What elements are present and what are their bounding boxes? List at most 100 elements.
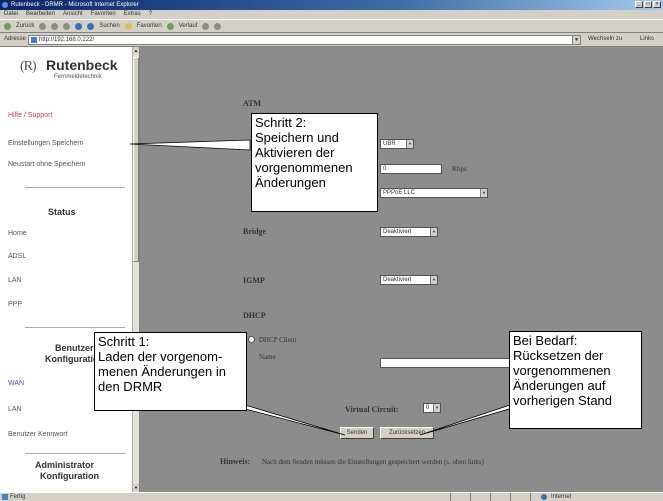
- sidebar-item-adsl[interactable]: ADSL: [8, 253, 26, 260]
- callout-step1: Schritt 1: Laden der vorgenom- menen Änd…: [94, 332, 247, 411]
- status-text: Fertig: [10, 494, 26, 500]
- search-icon[interactable]: [87, 22, 95, 30]
- menu-favorites[interactable]: Favoriten: [91, 10, 116, 19]
- menu-view[interactable]: Ansicht: [63, 10, 83, 19]
- scroll-down-icon[interactable]: ▼: [133, 484, 139, 491]
- status-divider: [490, 493, 491, 501]
- protocol-select[interactable]: PPPoE LLC ▼: [380, 188, 488, 198]
- dhcp-label: DHCP: [243, 311, 266, 320]
- rate-input[interactable]: 0: [380, 164, 442, 174]
- sidebar-item-help[interactable]: Hilfe / Support: [8, 112, 52, 119]
- page-icon: [31, 37, 37, 43]
- rate-unit: Kbps: [452, 165, 467, 173]
- hint-label: Hinweis:: [220, 457, 251, 466]
- globe-icon: [541, 494, 547, 500]
- logo-mark-icon: (R): [20, 59, 37, 74]
- search-button-label[interactable]: Suchen: [99, 23, 119, 29]
- sidebar-item-save[interactable]: Einstellungen Speichern: [8, 140, 84, 147]
- sidebar-heading-admin-1: Administrator: [35, 460, 95, 470]
- logo-name: Rutenbeck: [46, 57, 118, 73]
- security-zone: Internet: [530, 493, 663, 501]
- sidebar-divider: [25, 187, 125, 188]
- sidebar-heading-admin-2: Konfiguration: [40, 471, 99, 481]
- back-arrow-icon[interactable]: [4, 22, 11, 30]
- zone-label: Internet: [551, 494, 572, 500]
- scrollbar-thumb[interactable]: [133, 57, 139, 262]
- sidebar-heading-user-1: Benutzer: [55, 343, 94, 353]
- chevron-down-icon: ▼: [430, 276, 437, 284]
- igmp-value: Deaktiviert: [383, 277, 412, 283]
- close-button[interactable]: ×: [653, 1, 661, 8]
- sidebar-frame: (R) Rutenbeck Fernmeldetechnik Hilfe / S…: [0, 47, 140, 492]
- send-button[interactable]: Senden: [340, 427, 374, 439]
- stop-icon[interactable]: [51, 22, 59, 30]
- sidebar-item-ppp[interactable]: PPP: [8, 301, 22, 308]
- igmp-label: IGMP: [243, 276, 265, 285]
- virtual-circuit-select[interactable]: 0 ▼: [423, 403, 441, 413]
- favorites-button-label[interactable]: Favoriten: [137, 23, 162, 29]
- address-url: http://192.168.0.222/: [39, 37, 95, 43]
- refresh-icon[interactable]: [63, 22, 71, 30]
- history-icon[interactable]: [166, 22, 174, 30]
- go-button[interactable]: Wechseln zu: [588, 36, 622, 42]
- sidebar-item-user-password[interactable]: Benutzer Kennwort: [8, 431, 68, 438]
- status-divider: [470, 493, 471, 501]
- window-title: Rutenbeck - DRMR - Microsoft Internet Ex…: [11, 2, 139, 8]
- favorites-icon[interactable]: [124, 22, 132, 30]
- maximize-button[interactable]: □: [644, 1, 652, 8]
- sidebar-item-lan-config[interactable]: LAN: [8, 406, 22, 413]
- callout-step2: Schritt 2: Speichern und Aktivieren der …: [251, 113, 378, 212]
- forward-arrow-icon[interactable]: [39, 22, 47, 30]
- menu-file[interactable]: Datei: [4, 10, 18, 19]
- menu-edit[interactable]: Bearbeiten: [26, 10, 55, 19]
- status-divider: [450, 493, 451, 501]
- sidebar-heading-status: Status: [48, 207, 76, 217]
- chevron-down-icon: ▼: [433, 404, 440, 412]
- menu-help[interactable]: ?: [149, 10, 152, 19]
- sidebar-divider: [25, 453, 125, 454]
- window-controls: _ □ ×: [635, 1, 661, 8]
- sidebar-item-wan[interactable]: WAN: [8, 380, 24, 387]
- encapsulation-select[interactable]: UBR ▼: [380, 139, 414, 149]
- encapsulation-value: UBR: [383, 141, 396, 147]
- sidebar-item-lan-status[interactable]: LAN: [8, 277, 22, 284]
- window-titlebar: Rutenbeck - DRMR - Microsoft Internet Ex…: [0, 0, 663, 10]
- home-icon[interactable]: [75, 22, 83, 30]
- virtual-circuit-value: 0: [426, 405, 430, 411]
- dhcp-client-radio[interactable]: [248, 336, 255, 343]
- rate-value: 0: [383, 166, 387, 172]
- browser-icon: [2, 2, 8, 8]
- bridge-label: Bridge: [243, 227, 267, 236]
- status-bar: Fertig Internet: [0, 492, 663, 501]
- links-button[interactable]: Links: [640, 36, 654, 42]
- protocol-value: PPPoE LLC: [383, 190, 416, 196]
- sidebar-item-home[interactable]: Home: [8, 230, 27, 237]
- minimize-button[interactable]: _: [635, 1, 643, 8]
- mail-icon[interactable]: [202, 22, 210, 30]
- back-button-label[interactable]: Zurück: [16, 23, 34, 29]
- igmp-select[interactable]: Deaktiviert ▼: [380, 275, 438, 285]
- address-dropdown-icon[interactable]: ▼: [572, 36, 580, 44]
- reset-button[interactable]: Zurücksetzen: [380, 427, 434, 439]
- name-input[interactable]: [380, 358, 530, 368]
- bridge-select[interactable]: Deaktiviert ▼: [380, 227, 438, 237]
- chevron-down-icon: ▼: [480, 189, 487, 197]
- address-input[interactable]: http://192.168.0.222/ ▼: [28, 35, 581, 45]
- sidebar-item-restart[interactable]: Neustart ohne Speichern: [8, 161, 85, 168]
- address-label: Adresse: [4, 36, 27, 42]
- menu-tools[interactable]: Extras: [124, 10, 141, 19]
- hint-text: Nach dem Senden müssen die Einstellungen…: [262, 458, 484, 466]
- history-button-label[interactable]: Verlauf: [179, 23, 198, 29]
- chevron-down-icon: ▼: [430, 228, 437, 236]
- print-icon[interactable]: [214, 22, 222, 30]
- sidebar-scrollbar[interactable]: ▲ ▼: [132, 47, 139, 492]
- chevron-down-icon: ▼: [406, 140, 413, 148]
- browser-toolbar: Zurück Suchen Favoriten Verlauf: [0, 19, 663, 33]
- status-divider: [510, 493, 511, 501]
- dhcp-client-label: DHCP Client: [259, 336, 297, 344]
- atm-label: ATM: [243, 99, 262, 108]
- menu-bar: Datei Bearbeiten Ansicht Favoriten Extra…: [0, 10, 663, 19]
- scroll-up-icon[interactable]: ▲: [133, 47, 139, 54]
- bridge-value: Deaktiviert: [383, 229, 412, 235]
- logo-subtitle: Fernmeldetechnik: [54, 74, 102, 80]
